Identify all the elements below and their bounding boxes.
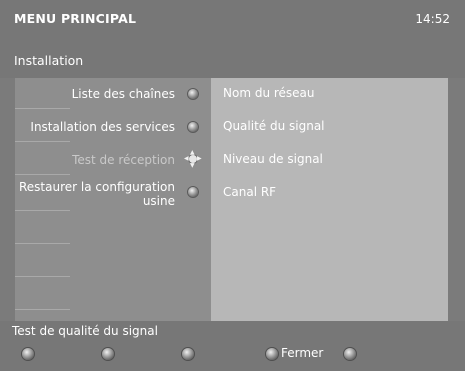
- detail-canal-rf: Canal RF: [223, 185, 277, 199]
- divider: [15, 141, 70, 142]
- divider: [15, 276, 70, 277]
- divider: [15, 108, 70, 109]
- navigation-cross-icon: ▲ ▼ ◀ ▶: [184, 149, 202, 169]
- menu-panel: Liste des chaînes Installation des servi…: [15, 78, 448, 321]
- detail-qualite-du-signal: Qualité du signal: [223, 119, 325, 133]
- tv-menu-screen: MENU PRINCIPAL 14:52 Installation Liste …: [0, 0, 465, 371]
- divider: [15, 309, 70, 310]
- divider: [15, 174, 70, 175]
- clock: 14:52: [415, 12, 450, 26]
- divider: [15, 243, 70, 244]
- yellow-key-button[interactable]: [182, 348, 194, 360]
- menu-item-restaurer-configuration-usine[interactable]: Restaurer la configuration usine: [19, 180, 175, 208]
- detail-nom-du-reseau: Nom du réseau: [223, 86, 315, 100]
- menu-list: Liste des chaînes Installation des servi…: [15, 78, 211, 321]
- button-icon: [188, 89, 198, 99]
- green-key-button[interactable]: [102, 348, 114, 360]
- menu-item-label: Installation des services: [30, 120, 175, 134]
- blue-key-button[interactable]: [266, 348, 278, 360]
- menu-item-label-line1: Restaurer la configuration: [19, 180, 175, 194]
- details-list: Nom du réseau Qualité du signal Niveau d…: [211, 78, 448, 321]
- menu-item-liste-des-chaines[interactable]: Liste des chaînes: [72, 87, 175, 101]
- detail-niveau-de-signal: Niveau de signal: [223, 152, 323, 166]
- divider: [15, 210, 70, 211]
- red-key-button[interactable]: [22, 348, 34, 360]
- close-button-label[interactable]: Fermer: [281, 346, 323, 360]
- header: MENU PRINCIPAL 14:52 Installation: [0, 0, 465, 78]
- menu-item-label: Test de réception: [72, 153, 175, 167]
- menu-item-installation-des-services[interactable]: Installation des services: [30, 120, 175, 134]
- button-icon: [188, 122, 198, 132]
- button-icon: [188, 187, 198, 197]
- menu-title: MENU PRINCIPAL: [14, 11, 137, 26]
- status-text: Test de qualité du signal: [12, 324, 158, 338]
- section-title: Installation: [14, 53, 84, 68]
- menu-item-label: Liste des chaînes: [71, 87, 175, 101]
- footer: Test de qualité du signal Fermer: [0, 321, 465, 371]
- menu-item-label-line2: usine: [142, 194, 175, 208]
- menu-item-test-de-reception[interactable]: Test de réception: [72, 153, 175, 167]
- option-key-button[interactable]: [344, 348, 356, 360]
